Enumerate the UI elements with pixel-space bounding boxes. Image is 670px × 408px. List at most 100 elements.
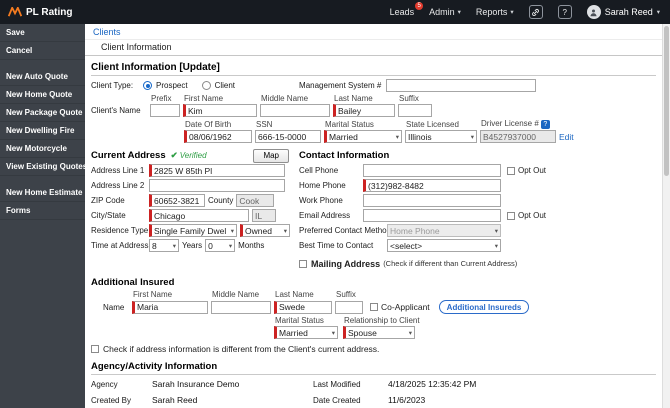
chevron-down-icon: ▾	[331, 329, 335, 337]
state-licensed-select[interactable]: Illinois ▾	[405, 130, 477, 143]
additional-insureds-button[interactable]: Additional Insureds	[438, 300, 530, 314]
nav-leads[interactable]: Leads 5	[389, 2, 424, 17]
radio-prospect-label: Prospect	[156, 81, 188, 90]
chevron-down-icon: ▾	[172, 242, 176, 250]
ai-first-name-input[interactable]	[132, 300, 208, 314]
date-created-label: Date Created	[313, 395, 361, 405]
divider	[91, 75, 656, 76]
home-phone-input[interactable]	[363, 179, 501, 192]
col-header-ai-last-name: Last Name	[275, 290, 314, 299]
brand-label: PL Rating	[26, 6, 73, 18]
mailing-address-label: Mailing Address	[311, 258, 381, 269]
preferred-contact-method-label: Preferred Contact Method	[299, 226, 392, 235]
home-phone-label: Home Phone	[299, 181, 346, 190]
cell-phone-label: Cell Phone	[299, 166, 339, 175]
sidebar-item-view-existing-quotes[interactable]: View Existing Quotes	[0, 158, 85, 176]
address-line1-input[interactable]	[149, 164, 285, 177]
sidebar-item-new-package-quote[interactable]: New Package Quote	[0, 104, 85, 122]
last-name-input[interactable]	[333, 104, 395, 117]
radio-prospect[interactable]	[143, 81, 152, 90]
management-system-input[interactable]	[386, 79, 537, 92]
scrollbar-thumb[interactable]	[664, 26, 669, 176]
col-header-ai-middle-name: Middle Name	[212, 290, 260, 299]
sidebar-item-new-motorcycle[interactable]: New Motorcycle	[0, 140, 85, 158]
chevron-down-icon: ▾	[228, 242, 233, 250]
leads-label: Leads	[389, 7, 415, 17]
city-input[interactable]	[149, 209, 249, 222]
ai-relationship-select[interactable]: Spouse ▾	[343, 326, 415, 339]
prefix-input[interactable]	[150, 104, 180, 117]
top-bar: PL Rating Leads 5 Admin ▾ Reports ▾ ? Sa…	[0, 0, 670, 24]
admin-label: Admin	[429, 7, 455, 17]
col-header-ssn: SSN	[256, 119, 273, 129]
section-title-additional-insured: Additional Insured	[91, 277, 175, 288]
residence-type-label: Residence Type	[91, 226, 149, 235]
work-phone-input[interactable]	[363, 194, 501, 207]
county-label: County	[208, 196, 234, 205]
map-button[interactable]: Map	[253, 148, 289, 163]
sidebar-item-new-home-estimate[interactable]: New Home Estimate	[0, 184, 85, 202]
ssn-input[interactable]	[255, 130, 321, 143]
col-header-ai-relationship: Relationship to Client	[344, 316, 420, 325]
cell-phone-input[interactable]	[363, 164, 501, 177]
email-opt-out-checkbox[interactable]	[507, 211, 515, 220]
sidebar-item-cancel[interactable]: Cancel	[0, 42, 85, 60]
co-applicant-checkbox[interactable]	[370, 303, 378, 311]
col-header-middle-name: Middle Name	[261, 94, 309, 103]
col-header-marital-status: Marital Status	[325, 119, 374, 129]
driver-license-input	[480, 130, 556, 143]
sidebar-item-forms[interactable]: Forms	[0, 202, 85, 220]
address-line2-input[interactable]	[149, 179, 285, 192]
email-address-input[interactable]	[363, 209, 501, 222]
sidebar-item-new-dwelling-fire[interactable]: New Dwelling Fire	[0, 122, 85, 140]
help-icon[interactable]: ?	[557, 5, 572, 19]
sidebar-item-new-home-quote[interactable]: New Home Quote	[0, 86, 85, 104]
zip-code-label: ZIP Code	[91, 196, 125, 205]
col-header-driver-license: Driver License #?	[480, 119, 556, 129]
sidebar-item-new-auto-quote[interactable]: New Auto Quote	[0, 68, 85, 86]
ai-middle-name-input[interactable]	[211, 300, 271, 314]
first-name-input[interactable]	[183, 104, 257, 117]
brand-icon	[8, 7, 22, 17]
middle-name-input[interactable]	[260, 104, 330, 117]
ownership-select[interactable]: Owned ▾	[240, 224, 290, 237]
months-select[interactable]: 0 ▾	[205, 239, 236, 252]
agency-label: Agency	[91, 379, 118, 389]
vertical-scrollbar[interactable]	[662, 24, 670, 408]
address-contact-section: Current Address ✔ Verified Map Address L…	[91, 148, 656, 271]
sidebar: Save Cancel New Auto Quote New Home Quot…	[0, 24, 85, 408]
col-header-ai-suffix: Suffix	[336, 290, 356, 299]
nav-reports[interactable]: Reports ▾	[476, 7, 514, 17]
help-icon[interactable]: ?	[540, 120, 550, 129]
residence-type-select[interactable]: Single Family Dwel ▾	[149, 224, 237, 237]
radio-client[interactable]	[201, 81, 211, 90]
ai-address-different-checkbox[interactable]	[91, 345, 99, 353]
additional-insured-grid: First Name Middle Name Last Name Suffix …	[91, 290, 656, 314]
chevron-down-icon: ▾	[457, 9, 461, 16]
breadcrumb-clients-link[interactable]: Clients	[85, 24, 670, 40]
suffix-input[interactable]	[398, 104, 432, 117]
user-menu[interactable]: Sarah Reed ▾	[586, 5, 660, 19]
work-phone-label: Work Phone	[299, 196, 343, 205]
zip-code-input[interactable]	[149, 194, 205, 207]
ai-last-name-input[interactable]	[274, 300, 332, 314]
marital-status-select[interactable]: Married ▾	[324, 130, 402, 143]
mailing-address-checkbox[interactable]	[299, 259, 307, 268]
date-of-birth-input[interactable]	[184, 130, 252, 143]
years-select[interactable]: 8 ▾	[149, 239, 179, 252]
link-icon[interactable]	[528, 5, 543, 19]
brand[interactable]: PL Rating	[8, 7, 72, 18]
cell-opt-out-checkbox[interactable]	[507, 166, 515, 175]
city-state-label: City/State	[91, 211, 126, 220]
chevron-down-icon: ▾	[408, 329, 412, 337]
years-label: Years	[182, 241, 203, 250]
ai-suffix-input[interactable]	[335, 300, 363, 314]
col-header-last-name: Last Name	[334, 94, 373, 103]
sidebar-item-save[interactable]: Save	[0, 24, 85, 42]
check-icon: ✔	[170, 150, 178, 160]
col-header-first-name: First Name	[184, 94, 224, 103]
nav-admin[interactable]: Admin ▾	[429, 7, 461, 17]
edit-driver-license-link[interactable]: Edit	[559, 132, 585, 142]
ai-marital-status-select[interactable]: Married ▾	[274, 326, 338, 339]
best-time-to-contact-select[interactable]: <select> ▾	[387, 239, 501, 252]
